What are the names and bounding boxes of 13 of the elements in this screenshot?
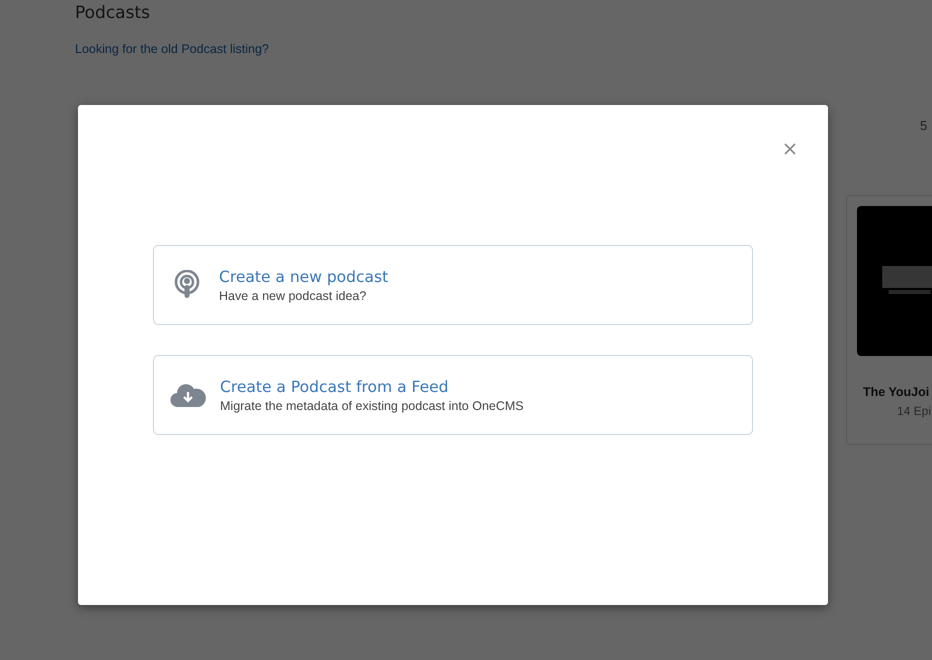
option-title: Create a new podcast	[219, 268, 388, 286]
episode-count: 14 Epi	[897, 404, 932, 418]
podcast-count: 5	[920, 118, 928, 133]
page-title: Podcasts	[75, 3, 150, 23]
option-card[interactable]: Create a new podcast Have a new podcast idea?	[153, 245, 753, 325]
option-description: Migrate the metadata of existing podcast into OneCMS	[220, 398, 524, 412]
option-card[interactable]: Create a Podcast from a Feed Migrate the metadata of existing podcast into OneCMS	[153, 355, 753, 435]
option-title: Create a Podcast from a Feed	[220, 378, 450, 396]
cloud-download-icon	[170, 382, 206, 408]
podcast-title: The YouJoi	[863, 385, 930, 399]
option-description: Have a new podcast idea?	[219, 288, 368, 302]
podcast-icon	[173, 270, 201, 300]
close-icon	[783, 142, 797, 156]
